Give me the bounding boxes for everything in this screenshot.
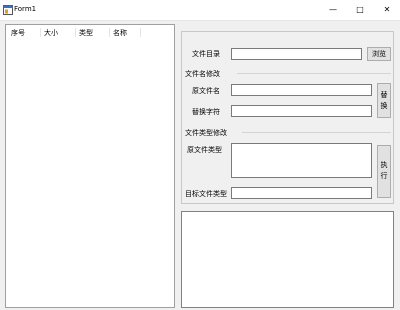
maximize-button[interactable]: □: [353, 3, 367, 17]
column-divider[interactable]: [40, 28, 41, 37]
file-list[interactable]: 序号 大小 类型 名称: [5, 24, 175, 308]
file-list-header: 序号 大小 类型 名称: [6, 25, 174, 39]
directory-label: 文件目录: [192, 50, 220, 58]
replace-chars-label: 替换字符: [192, 108, 220, 116]
source-name-label: 原文件名: [192, 87, 220, 95]
settings-panel: 文件目录 浏览 文件名修改 原文件名 替换字符 替 换 文件类型修改 原文件类型…: [181, 31, 394, 204]
column-divider[interactable]: [140, 28, 141, 37]
column-divider[interactable]: [109, 28, 110, 37]
title-bar: Form1 — □ ✕: [0, 0, 400, 20]
group-divider: [242, 132, 391, 133]
column-header-index[interactable]: 序号: [11, 28, 25, 38]
source-types-label: 原文件类型: [187, 146, 222, 154]
column-divider[interactable]: [75, 28, 76, 37]
column-header-type[interactable]: 类型: [79, 28, 93, 38]
execute-button-label: 执: [380, 161, 388, 169]
close-button[interactable]: ✕: [380, 3, 394, 17]
app-form-icon: [3, 5, 13, 15]
window-divider: [0, 20, 400, 21]
replace-button[interactable]: 替 换: [377, 83, 391, 118]
replace-chars-input[interactable]: [231, 105, 372, 117]
target-type-label: 目标文件类型: [185, 190, 227, 198]
type-group-title: 文件类型修改: [185, 129, 227, 137]
rename-group-title: 文件名修改: [185, 70, 220, 78]
browse-button[interactable]: 浏览: [367, 47, 391, 61]
source-name-input[interactable]: [231, 84, 372, 96]
group-divider: [237, 73, 391, 74]
column-header-name[interactable]: 名称: [113, 28, 127, 38]
replace-button-label: 换: [380, 102, 388, 110]
minimize-button[interactable]: —: [326, 3, 340, 17]
replace-button-label: 替: [380, 91, 388, 99]
window-title: Form1: [14, 5, 37, 13]
execute-button[interactable]: 执 行: [377, 145, 391, 198]
column-header-size[interactable]: 大小: [44, 28, 58, 38]
target-type-input[interactable]: [231, 187, 372, 199]
source-types-textarea[interactable]: [231, 143, 372, 178]
output-log[interactable]: [181, 211, 394, 308]
directory-input[interactable]: [231, 48, 362, 60]
execute-button-label: 行: [380, 172, 388, 180]
